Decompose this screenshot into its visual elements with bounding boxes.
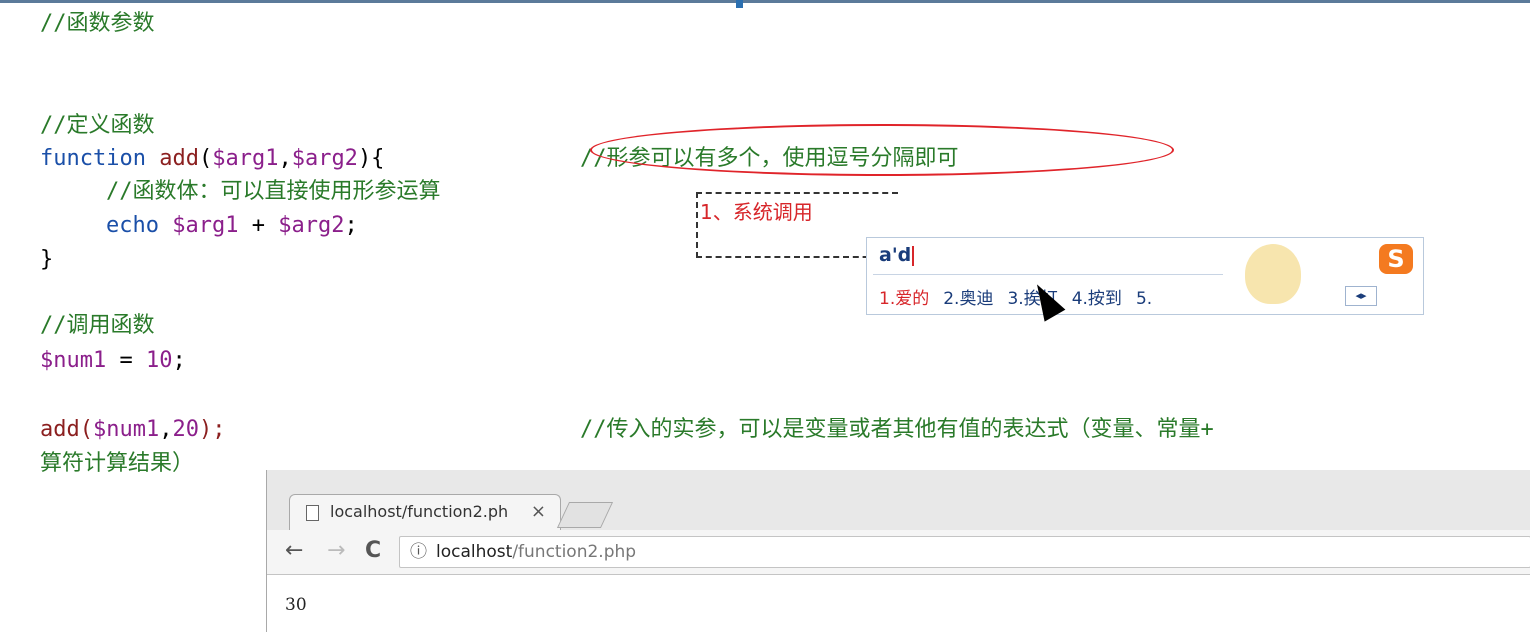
annotation-text: 1、系统调用 <box>700 200 813 224</box>
tab-close-icon[interactable]: × <box>531 495 546 529</box>
tab-title: localhost/function2.ph <box>330 502 509 521</box>
literal-10: 10 <box>145 348 173 373</box>
code-assignment: $num1 = 10; <box>40 345 186 377</box>
text-caret <box>912 245 915 266</box>
forward-icon[interactable]: → <box>327 536 345 566</box>
var-arg1: $arg1 <box>172 213 239 238</box>
back-icon[interactable]: ← <box>285 536 303 566</box>
red-highlight-ellipse <box>590 124 1174 176</box>
code-comment-define: //定义函数 <box>40 113 155 138</box>
code-comment-call: //调用函数 <box>40 313 155 338</box>
semicolon: ; <box>172 348 186 373</box>
sogou-logo-icon: S <box>1379 244 1413 274</box>
code-echo-statement: echo $arg1 + $arg2; <box>106 210 358 242</box>
page-content: 30 <box>267 575 1530 632</box>
function-name: add <box>159 146 199 171</box>
ime-mascot-icon <box>1245 244 1301 304</box>
page-icon <box>306 505 319 521</box>
code-comment-continuation: 算符计算结果） <box>40 451 195 476</box>
paren-close-brace: ){ <box>357 146 385 171</box>
browser-tab[interactable]: localhost/function2.ph × <box>289 494 561 531</box>
info-icon[interactable]: ⓘ <box>410 537 427 567</box>
arg-comma: , <box>159 417 173 442</box>
literal-20: 20 <box>172 417 199 442</box>
call-close: ); <box>198 417 226 442</box>
code-function-call: add($num1,20); <box>40 414 225 446</box>
var-num1: $num1 <box>40 348 107 373</box>
browser-window: localhost/function2.ph × ← → C ⓘ localho… <box>266 470 1530 632</box>
code-comment-params: //函数参数 <box>40 11 155 36</box>
reload-icon[interactable]: C <box>365 536 381 566</box>
url-path: /function2.php <box>512 542 637 562</box>
ime-candidate-window[interactable]: a'd 1.爱的 2.奥迪 3.挨打 4.按到 5. S ◂▸ <box>866 237 1424 315</box>
keyword-echo: echo <box>106 213 159 238</box>
code-comment-body: //函数体：可以直接使用形参运算 <box>106 179 441 204</box>
ime-candidate-2[interactable]: 2.奥迪 <box>943 289 993 309</box>
browser-toolbar: ← → C ⓘ localhost/function2.php <box>267 530 1530 575</box>
arg-num1: $num1 <box>92 417 160 442</box>
scroll-marker <box>736 0 743 8</box>
ime-input-text: a'd <box>879 244 915 266</box>
paren-open: ( <box>198 146 213 171</box>
param-arg1: $arg1 <box>212 146 279 171</box>
keyword-function: function <box>40 146 146 171</box>
param-comma: , <box>278 146 292 171</box>
code-comment-actual-args: //传入的实参，可以是变量或者其他有值的表达式（变量、常量+ <box>580 417 1214 442</box>
page-output: 30 <box>285 595 307 615</box>
url-text: localhost/function2.php <box>436 537 636 567</box>
ime-pinyin: a'd <box>879 244 912 266</box>
ime-divider <box>873 274 1223 275</box>
ime-candidate-4[interactable]: 4.按到 <box>1072 289 1122 309</box>
ime-candidate-1[interactable]: 1.爱的 <box>879 289 929 309</box>
semicolon: ; <box>344 213 358 238</box>
call-add: add( <box>40 417 93 442</box>
operator-plus: + <box>238 213 279 238</box>
operator-eq: = <box>106 348 146 373</box>
url-host: localhost <box>436 542 513 562</box>
ime-candidate-5[interactable]: 5. <box>1136 289 1152 309</box>
ime-candidates: 1.爱的 2.奥迪 3.挨打 4.按到 5. <box>879 284 1166 309</box>
param-arg2: $arg2 <box>291 146 358 171</box>
new-tab-button[interactable] <box>556 502 614 528</box>
var-arg2: $arg2 <box>278 213 345 238</box>
code-close-brace: } <box>40 247 54 272</box>
editor-top-border <box>0 0 1530 8</box>
address-bar[interactable]: ⓘ localhost/function2.php <box>399 536 1530 568</box>
code-function-declaration: function add($arg1,$arg2){ <box>40 143 384 175</box>
ime-page-arrows-icon[interactable]: ◂▸ <box>1345 286 1377 306</box>
